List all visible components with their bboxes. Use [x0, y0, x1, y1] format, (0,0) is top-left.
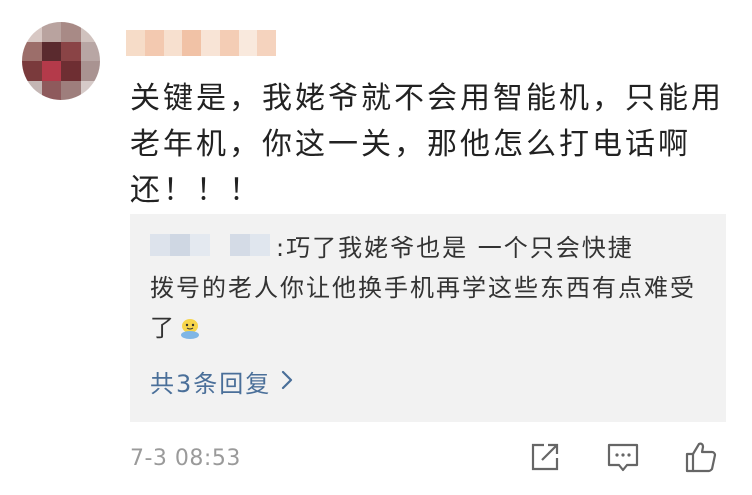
reply-preview[interactable]: :巧了我姥爷也是 一个只会快捷 拨号的老人你让他换手机再学这些东西有点难受了 共… [130, 214, 726, 422]
comment-timestamp: 7-3 08:53 [130, 446, 241, 471]
reply-text-rest: 拨号的老人你让他换手机再学这些东西有点难受了 [150, 274, 696, 342]
view-replies-link[interactable]: 共3条回复 [150, 364, 293, 399]
share-icon[interactable] [528, 440, 562, 474]
reply-username-blurred[interactable] [150, 234, 270, 256]
avatar[interactable] [22, 22, 100, 100]
thumbs-up-icon[interactable] [684, 440, 718, 474]
emoji-icon [178, 312, 202, 339]
reply-count-label: 共3条回复 [150, 370, 272, 398]
chevron-right-icon [281, 368, 293, 396]
reply-text-first-line: :巧了我姥爷也是 一个只会快捷 [276, 234, 634, 262]
comment-icon[interactable] [606, 440, 640, 474]
comment-text: 关键是，我姥爷就不会用智能机，只能用老年机，你这一关，那他怎么打电话啊还！！！ [130, 81, 724, 208]
reply-text-body: 拨号的老人你让他换手机再学这些东西有点难受了 [150, 268, 710, 348]
username-blurred[interactable] [126, 30, 276, 56]
